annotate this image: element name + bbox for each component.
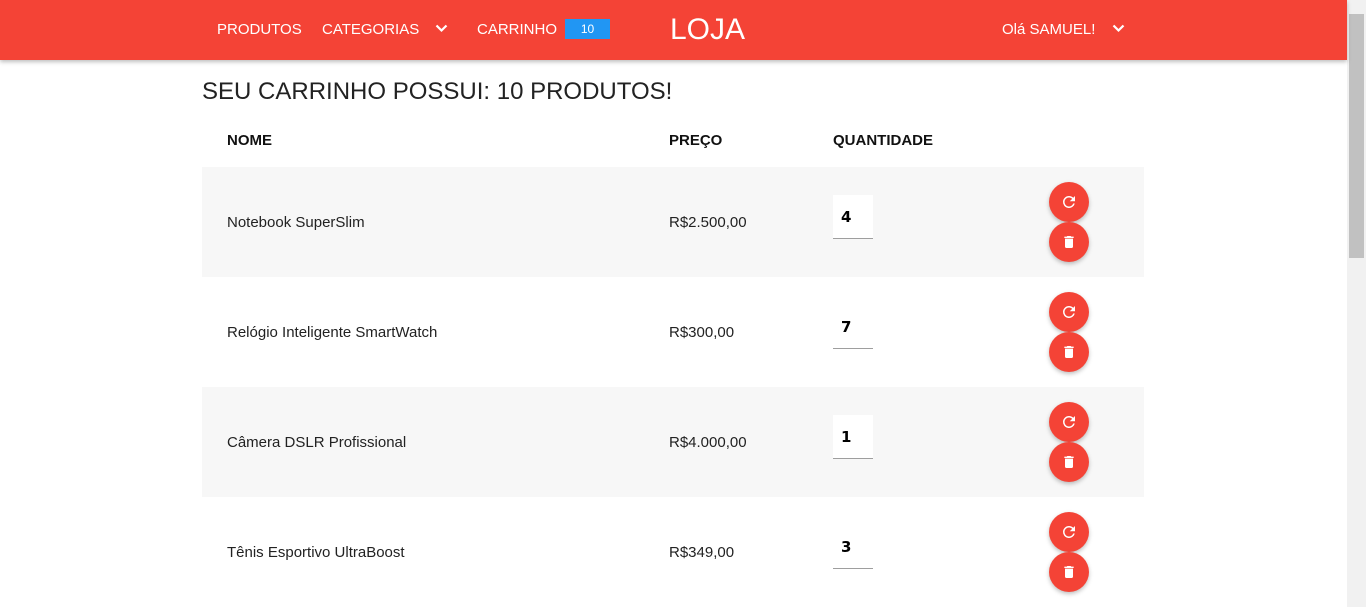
user-greeting: Olá SAMUEL! [1002, 21, 1096, 38]
product-name: Tênis Esportivo UltraBoost [227, 544, 405, 561]
refresh-icon [1062, 306, 1075, 318]
update-quantity-button[interactable] [1049, 182, 1089, 222]
nav-cart-label: CARRINHO [477, 21, 558, 38]
update-quantity-button[interactable] [1049, 292, 1089, 332]
quantity-input[interactable] [833, 415, 873, 459]
page-scrollbar[interactable] [1347, 0, 1366, 607]
quantity-input[interactable] [833, 195, 873, 239]
nav-categories-label: CATEGORIAS [322, 21, 420, 38]
brand-logo[interactable]: LOJA [670, 0, 745, 60]
nav-products-link[interactable]: PRODUTOS [217, 0, 302, 60]
column-header-quantity: QUANTIDADE [833, 132, 933, 149]
product-name: Relógio Inteligente SmartWatch [227, 324, 438, 341]
user-menu-dropdown[interactable]: Olá SAMUEL! [1002, 0, 1125, 60]
trash-icon [1064, 236, 1074, 248]
update-quantity-button[interactable] [1049, 512, 1089, 552]
chevron-down-icon [1112, 24, 1124, 33]
trash-icon [1064, 456, 1074, 468]
quantity-input[interactable] [833, 305, 873, 349]
scrollbar-thumb[interactable] [1349, 14, 1364, 258]
trash-icon [1064, 566, 1074, 578]
cart-count-badge: 10 [565, 19, 611, 40]
page-title: SEU CARRINHO POSSUI: 10 PRODUTOS! [202, 78, 673, 105]
table-row: Tênis Esportivo UltraBoost R$349,00 [202, 497, 1144, 607]
chevron-down-icon [436, 24, 448, 33]
nav-cart-link[interactable]: CARRINHO 10 [477, 0, 611, 60]
remove-item-button[interactable] [1049, 442, 1089, 482]
table-row: Notebook SuperSlim R$2.500,00 [202, 167, 1144, 277]
remove-item-button[interactable] [1049, 332, 1089, 372]
product-price: R$300,00 [669, 324, 735, 341]
nav-products-label: PRODUTOS [217, 21, 302, 38]
nav-categories-dropdown[interactable]: CATEGORIAS [322, 0, 448, 60]
navbar: PRODUTOS CATEGORIAS CARRINHO 10 LOJA Olá … [0, 0, 1347, 60]
product-price: R$2.500,00 [669, 214, 747, 231]
refresh-icon [1062, 416, 1075, 428]
remove-item-button[interactable] [1049, 552, 1089, 592]
quantity-input[interactable] [833, 525, 873, 569]
remove-item-button[interactable] [1049, 222, 1089, 262]
product-name: Câmera DSLR Profissional [227, 434, 407, 451]
product-name: Notebook SuperSlim [227, 214, 365, 231]
table-row: Relógio Inteligente SmartWatch R$300,00 [202, 277, 1144, 387]
column-header-name: NOME [227, 132, 272, 149]
trash-icon [1064, 346, 1074, 358]
column-header-price: PREÇO [669, 132, 723, 149]
table-row: Câmera DSLR Profissional R$4.000,00 [202, 387, 1144, 497]
product-price: R$349,00 [669, 544, 735, 561]
update-quantity-button[interactable] [1049, 402, 1089, 442]
refresh-icon [1062, 195, 1075, 208]
refresh-icon [1062, 526, 1075, 538]
product-price: R$4.000,00 [669, 434, 747, 451]
